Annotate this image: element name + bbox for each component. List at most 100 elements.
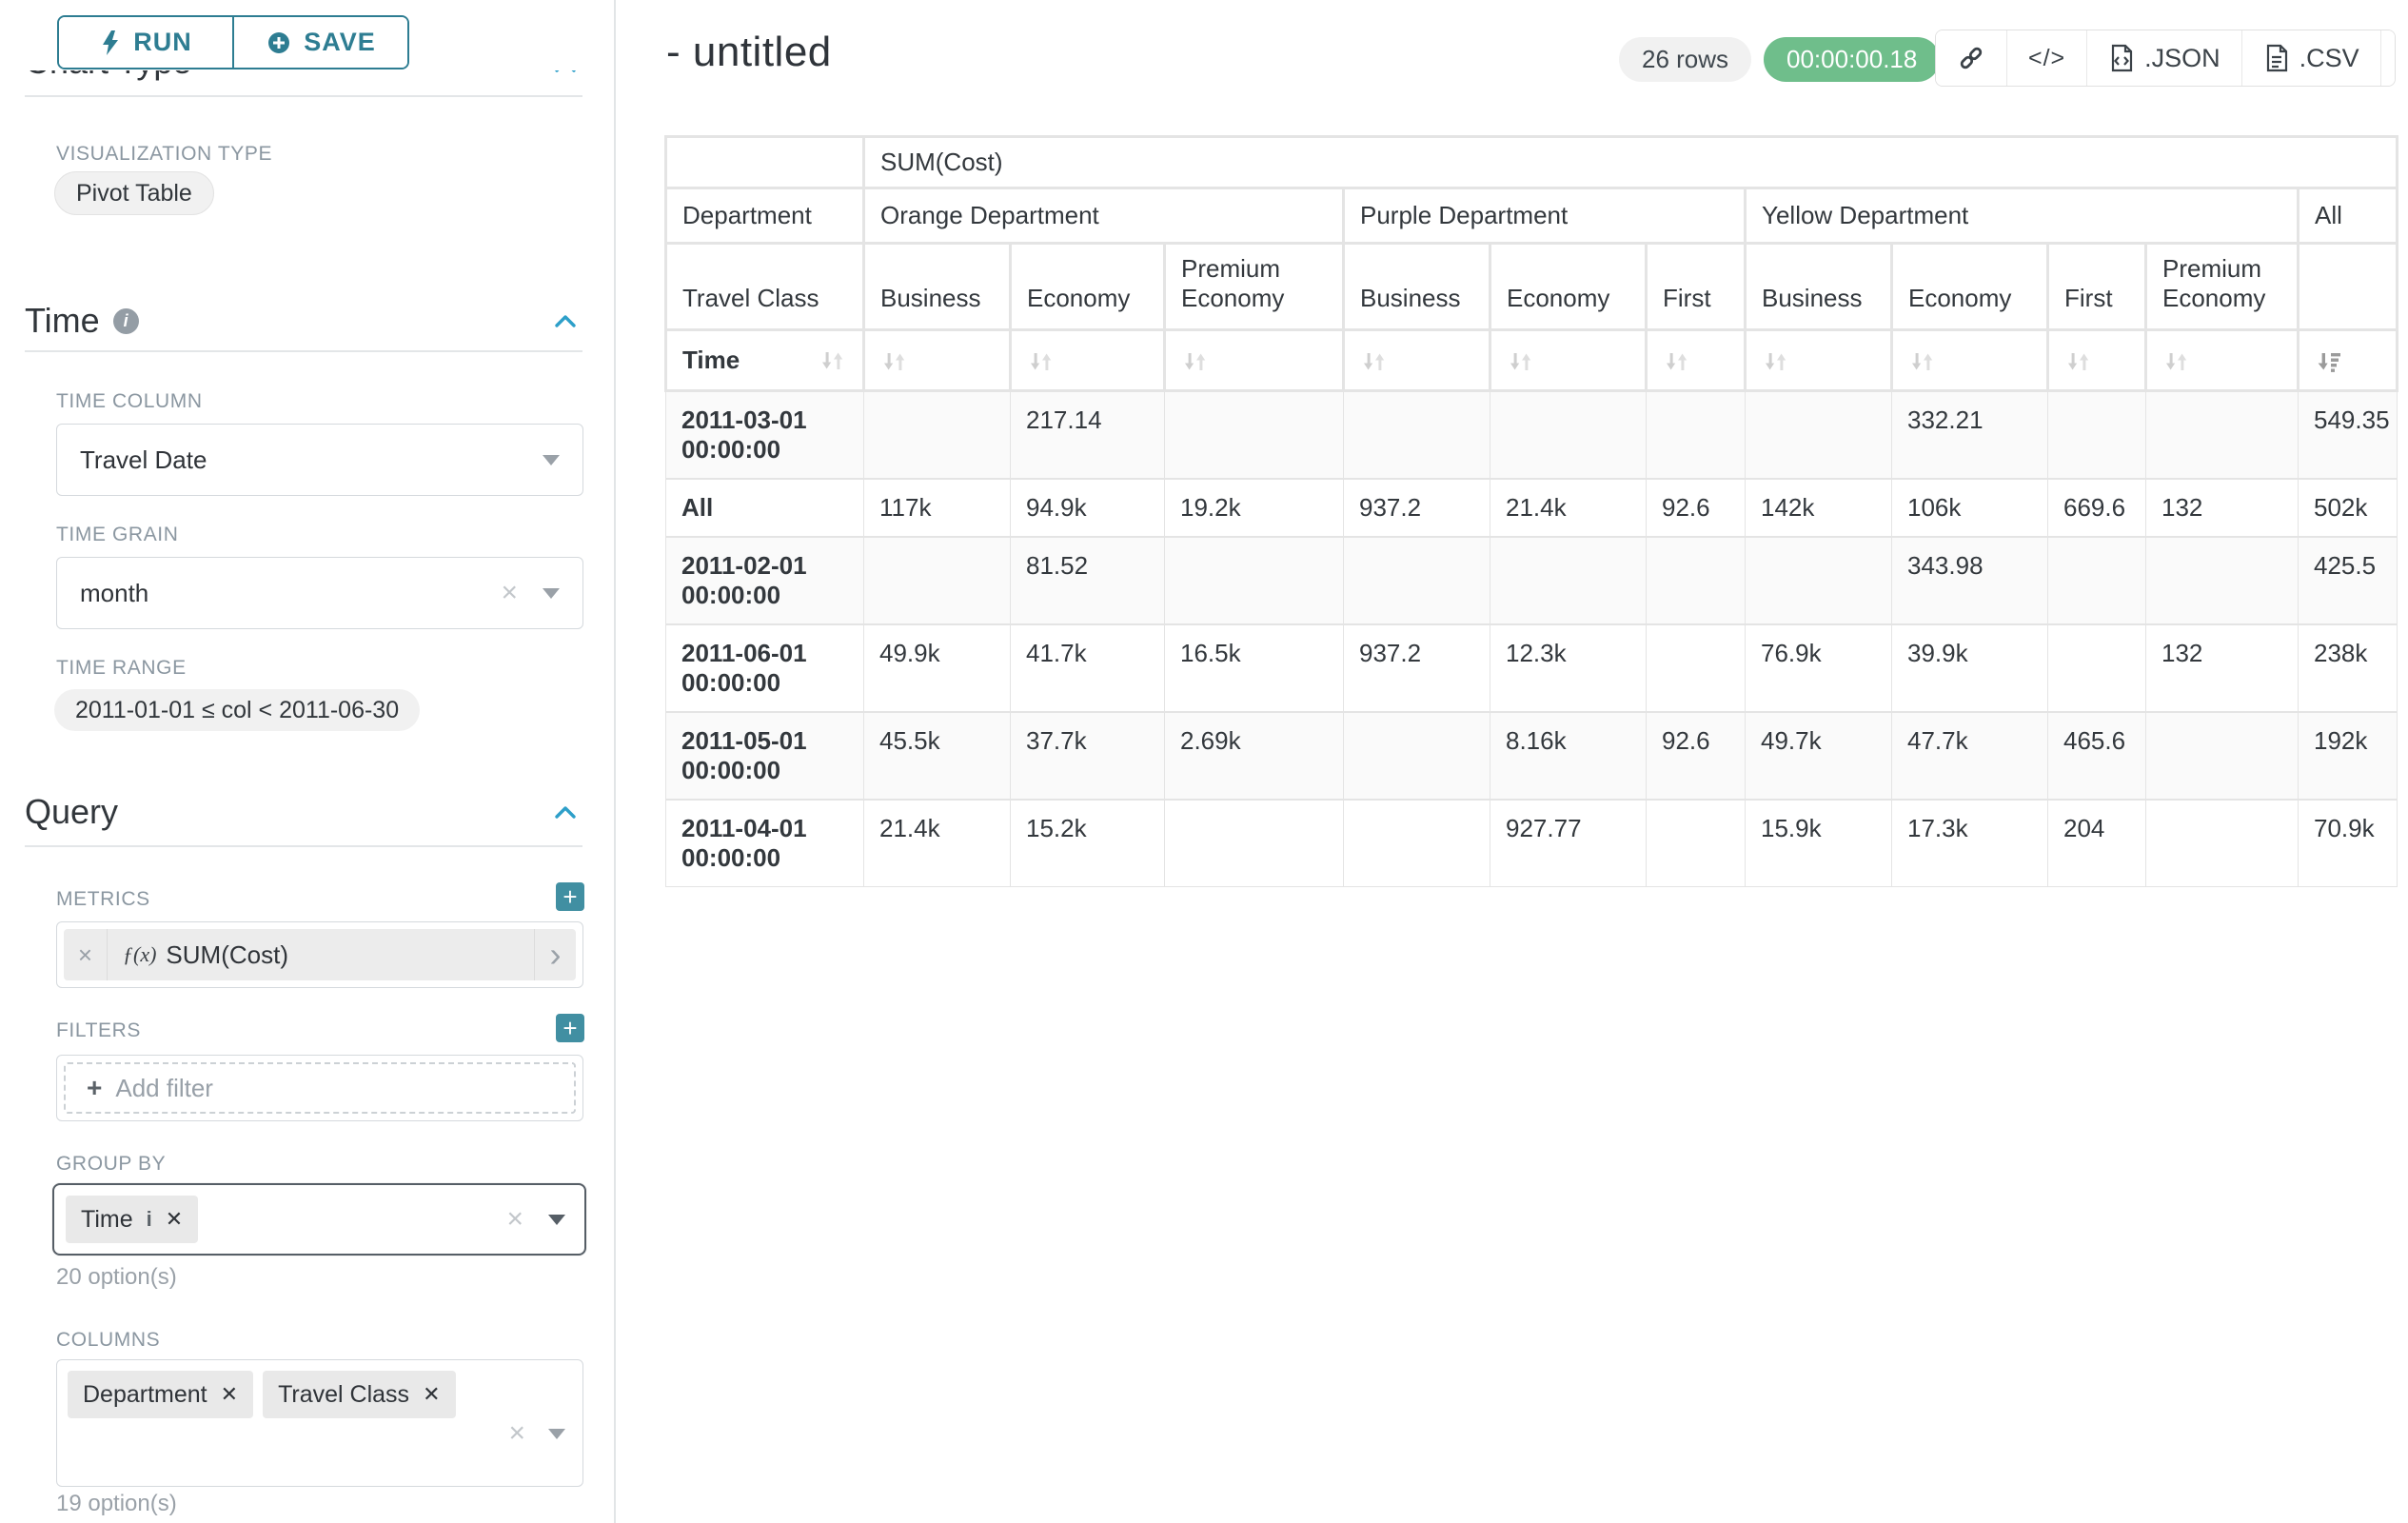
time-axis-label: Time (682, 346, 740, 375)
cell: 81.52 (1011, 537, 1165, 624)
col-group-all: All (2299, 188, 2398, 244)
sort-header[interactable] (1011, 330, 1165, 391)
remove-metric-icon[interactable]: × (64, 929, 108, 980)
embed-code-button[interactable]: </> (2006, 30, 2086, 86)
group-by-select[interactable]: Time i ✕ × (52, 1183, 586, 1256)
menu-button[interactable]: ☰ (2380, 30, 2396, 86)
sort-icon[interactable] (1181, 348, 1210, 375)
chart-title[interactable]: - untitled (666, 29, 832, 76)
sort-header[interactable] (864, 330, 1011, 391)
sort-descending-icon[interactable] (2315, 348, 2343, 375)
chevron-down-icon (548, 1215, 565, 1225)
cell: 117k (864, 479, 1011, 537)
visualization-type-value[interactable]: Pivot Table (54, 171, 214, 215)
sort-icon[interactable] (819, 347, 847, 374)
cell (2048, 391, 2146, 480)
sort-icon[interactable] (1507, 348, 1535, 375)
sort-header[interactable] (1344, 330, 1490, 391)
add-metric-button[interactable]: + (556, 882, 584, 911)
add-filter-dropzone[interactable]: + Add filter (64, 1062, 576, 1114)
time-section-header: Time i (25, 301, 139, 341)
cell (1344, 537, 1490, 624)
cell: 92.6 (1647, 712, 1746, 800)
sort-header[interactable] (1165, 330, 1344, 391)
cell (1344, 800, 1490, 887)
time-column-select[interactable]: Travel Date (56, 424, 583, 496)
sort-header-active-desc[interactable] (2299, 330, 2398, 391)
columns-chip-department[interactable]: Department ✕ (68, 1371, 253, 1418)
cell (2048, 537, 2146, 624)
travel-class-axis-label: Travel Class (666, 244, 864, 330)
metric-header: SUM(Cost) (864, 137, 2398, 188)
remove-chip-icon[interactable]: ✕ (166, 1207, 183, 1232)
col-group-purple: Purple Department (1344, 188, 1746, 244)
sort-header[interactable] (1746, 330, 1892, 391)
add-filter-plus-button[interactable]: + (556, 1014, 584, 1042)
function-icon: ƒ(x) (123, 942, 156, 967)
query-collapse-chevron-icon[interactable] (552, 800, 579, 831)
cell (2146, 712, 2299, 800)
copy-link-button[interactable] (1936, 30, 2006, 86)
cell: 2.69k (1165, 712, 1344, 800)
export-json-button[interactable]: .JSON (2086, 30, 2241, 86)
clear-icon[interactable]: × (501, 579, 518, 607)
time-grain-select[interactable]: month × (56, 557, 583, 629)
sort-header[interactable] (2048, 330, 2146, 391)
run-button[interactable]: RUN (59, 17, 232, 68)
subcol-header: First (2048, 244, 2146, 330)
cell (2146, 800, 2299, 887)
column-info-icon[interactable]: i (147, 1207, 152, 1232)
sort-icon[interactable] (880, 348, 909, 375)
metric-item[interactable]: × ƒ(x) SUM(Cost) › (64, 929, 576, 980)
cell: 41.7k (1011, 624, 1165, 712)
time-grain-value: month (80, 579, 501, 608)
sort-header[interactable] (2146, 330, 2299, 391)
subcol-header: Business (864, 244, 1011, 330)
sort-icon[interactable] (1663, 348, 1691, 375)
sort-icon[interactable] (1908, 348, 1937, 375)
time-collapse-chevron-icon[interactable] (552, 308, 579, 340)
chevron-right-icon[interactable]: › (534, 929, 576, 980)
cell: 192k (2299, 712, 2398, 800)
metric-name: SUM(Cost) (166, 940, 534, 970)
sort-icon[interactable] (1360, 348, 1389, 375)
cell: 132 (2146, 624, 2299, 712)
run-save-button-group: RUN SAVE (57, 15, 409, 69)
cell (1165, 391, 1344, 480)
clear-icon[interactable]: × (506, 1205, 523, 1234)
section-divider (25, 845, 582, 847)
sort-header[interactable] (1647, 330, 1746, 391)
sort-icon[interactable] (1027, 348, 1056, 375)
info-icon[interactable]: i (113, 308, 139, 334)
time-axis-sort-header[interactable]: Time (666, 330, 864, 391)
cell: 21.4k (1490, 479, 1647, 537)
subcol-header: Premium Economy (2146, 244, 2299, 330)
sort-header[interactable] (1892, 330, 2048, 391)
group-by-chip-time[interactable]: Time i ✕ (66, 1196, 198, 1243)
sort-icon[interactable] (2162, 348, 2191, 375)
remove-chip-icon[interactable]: ✕ (423, 1382, 440, 1407)
time-range-value[interactable]: 2011-01-01 ≤ col < 2011-06-30 (54, 689, 420, 731)
time-section-title: Time (25, 301, 100, 341)
cell (864, 537, 1011, 624)
columns-chip-travel-class[interactable]: Travel Class ✕ (263, 1371, 455, 1418)
sort-header[interactable] (1490, 330, 1647, 391)
save-button-label: SAVE (304, 28, 376, 57)
clear-icon[interactable]: × (508, 1419, 525, 1448)
save-button[interactable]: SAVE (232, 17, 407, 68)
export-csv-button[interactable]: .CSV (2241, 30, 2380, 86)
time-column-value: Travel Date (80, 445, 543, 475)
cell: 15.2k (1011, 800, 1165, 887)
columns-select[interactable]: Department ✕ Travel Class ✕ × (56, 1359, 583, 1487)
sort-icon[interactable] (1762, 348, 1790, 375)
remove-chip-icon[interactable]: ✕ (221, 1382, 238, 1407)
plus-icon: + (87, 1073, 102, 1103)
cell: 332.21 (1892, 391, 2048, 480)
cell (864, 391, 1011, 480)
table-row: 2011-06-01 00:00:00 49.9k 41.7k 16.5k 93… (666, 624, 2398, 712)
subcol-header: Economy (1490, 244, 1647, 330)
lightning-bolt-icon (99, 30, 122, 56)
cell: 343.98 (1892, 537, 2048, 624)
section-divider (25, 95, 582, 97)
sort-icon[interactable] (2064, 348, 2093, 375)
